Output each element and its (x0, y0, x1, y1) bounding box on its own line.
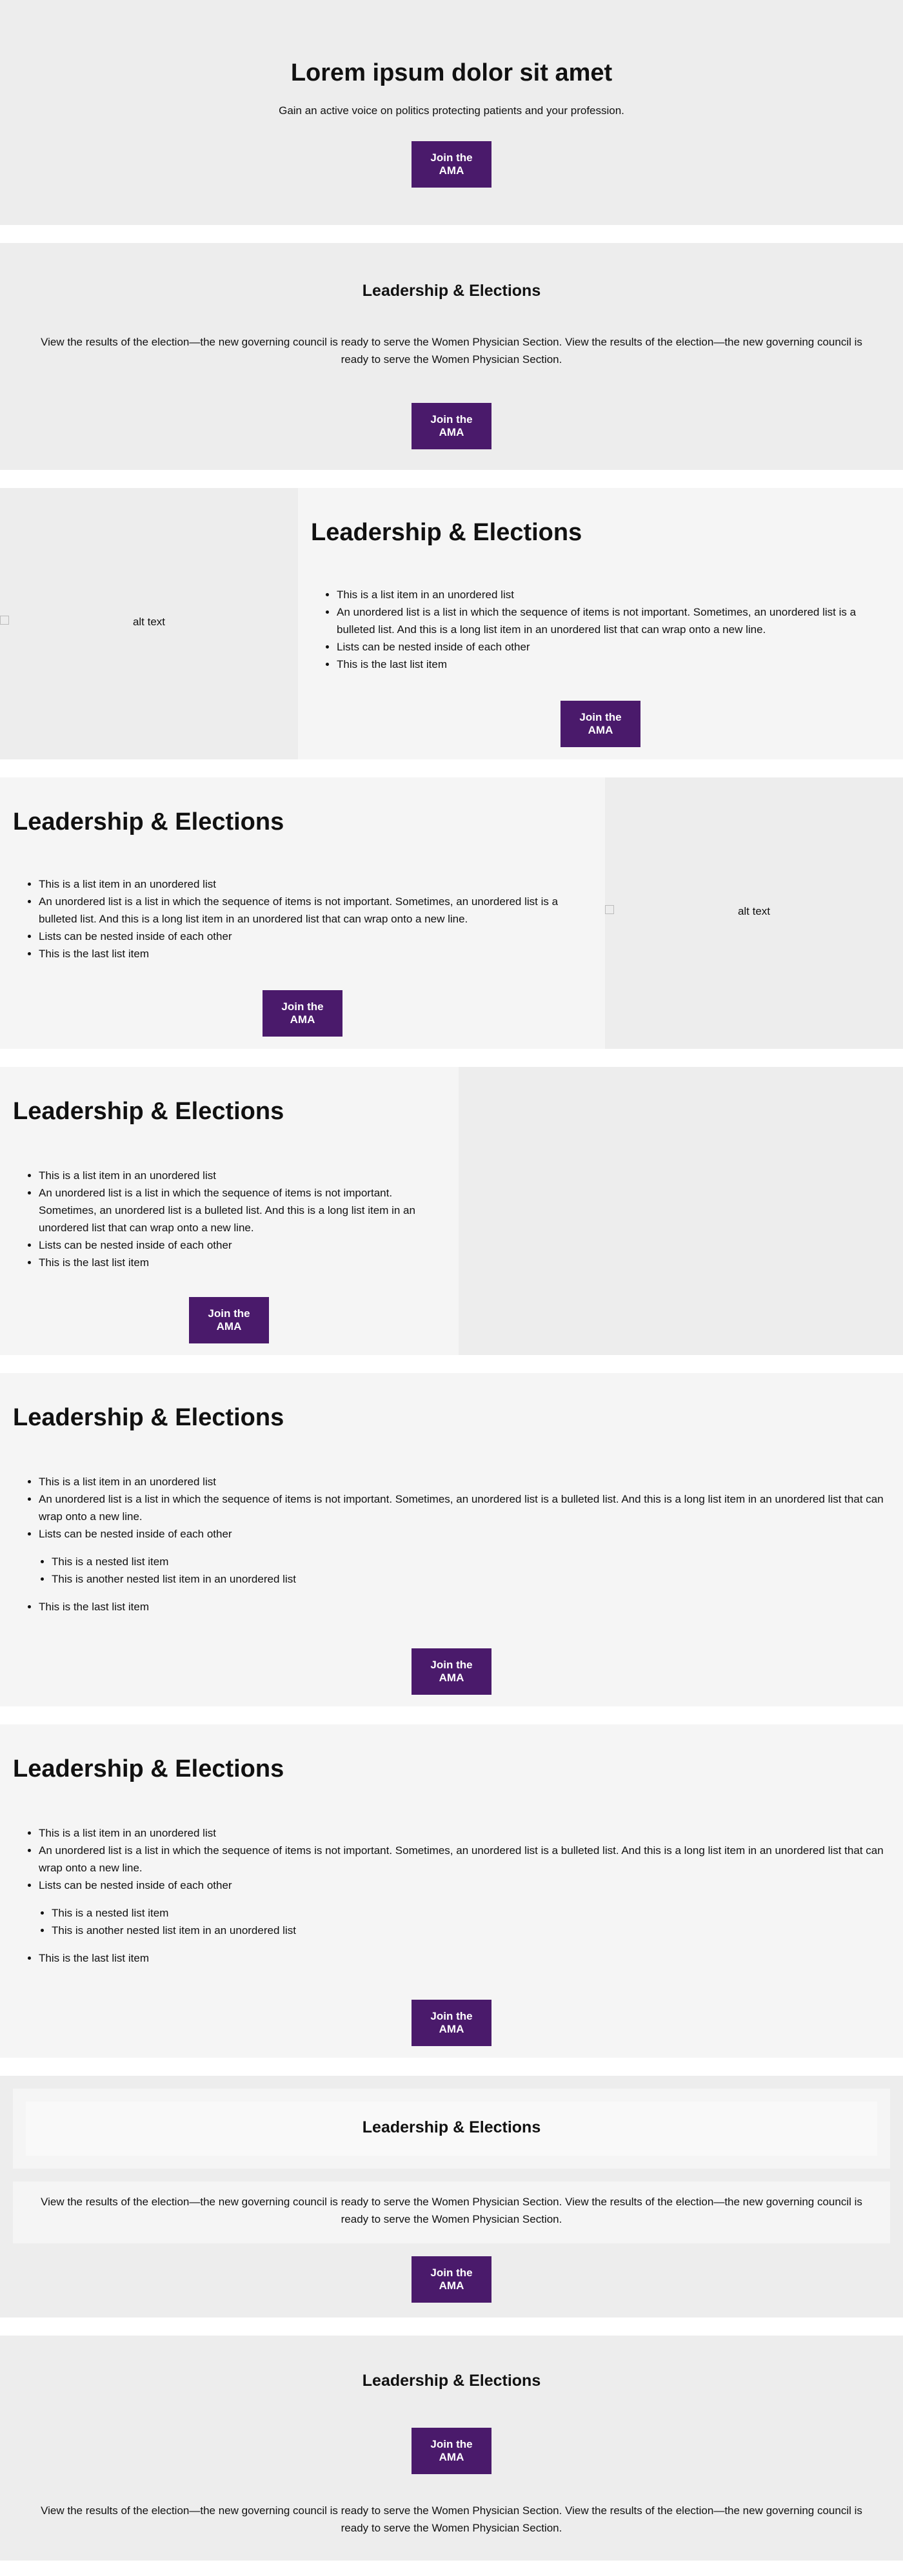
join-button[interactable]: Join the AMA (412, 2256, 491, 2303)
list-item: This is a list item in an unordered list (39, 1824, 884, 1842)
title-inner-panel: Leadership & Elections (26, 2102, 877, 2156)
leadership-image-left-section: alt text Leadership & Elections This is … (0, 488, 903, 759)
join-button[interactable]: Join the AMA (412, 141, 491, 188)
section-body: View the results of the election—the new… (41, 2196, 862, 2225)
list-item: This is the last list item (39, 1598, 884, 1615)
hero-title: Lorem ipsum dolor sit amet (290, 59, 613, 86)
section-title: Leadership & Elections (311, 519, 582, 546)
hero-section: Lorem ipsum dolor sit amet Gain an activ… (0, 0, 903, 225)
section-title: Leadership & Elections (362, 2118, 541, 2136)
list-item: An unordered list is a list in which the… (39, 1490, 884, 1525)
body-panel: View the results of the election—the new… (13, 2181, 890, 2243)
list-item: This is a list item in an unordered list (39, 875, 593, 893)
join-button[interactable]: Join the AMA (189, 1297, 269, 1343)
section-title: Leadership & Elections (13, 1755, 284, 1782)
leadership-half-section: Leadership & Elections This is a list it… (0, 1067, 903, 1355)
leadership-nested-list-section: Leadership & Elections This is a list it… (0, 1373, 903, 1706)
nested-list-item: This is another nested list item in an u… (52, 1922, 884, 1939)
image-alt-text: alt text (132, 616, 166, 628)
empty-side-panel (459, 1067, 903, 1355)
join-button[interactable]: Join the AMA (412, 2428, 491, 2474)
join-button[interactable]: Join the AMA (263, 990, 342, 1037)
list-item: An unordered list is a list in which the… (39, 1842, 884, 1877)
list-item: This is a list item in an unordered list (39, 1167, 445, 1184)
nested-list: This is a nested list item This is anoth… (39, 1553, 884, 1588)
leadership-nested-list-section: Leadership & Elections This is a list it… (0, 1724, 903, 2058)
join-button[interactable]: Join the AMA (412, 1648, 491, 1695)
list-item: This is the last list item (337, 656, 885, 673)
list-item-text: Lists can be nested inside of each other (39, 1879, 232, 1891)
section-title: Leadership & Elections (13, 808, 284, 835)
leadership-button-first-section: Leadership & Elections Join the AMA View… (0, 2336, 903, 2561)
section-image: alt text (0, 488, 298, 759)
hero-subtitle: Gain an active voice on politics protect… (279, 104, 624, 117)
section-body: View the results of the election—the new… (41, 336, 862, 366)
section-image: alt text (605, 777, 903, 1049)
list-item: This is a list item in an unordered list (39, 1473, 884, 1490)
list-item: This is a list item in an unordered list (337, 586, 885, 603)
section-title: Leadership & Elections (362, 2372, 541, 2390)
image-alt-text: alt text (737, 905, 771, 917)
bullet-list: This is a list item in an unordered list… (26, 1473, 884, 1615)
nested-list-item: This is a nested list item (52, 1553, 884, 1570)
leadership-centered-section: Leadership & Elections View the results … (0, 243, 903, 470)
bullet-list: This is a list item in an unordered list… (26, 1824, 884, 1967)
list-item: This is the last list item (39, 1254, 445, 1271)
bullet-list: This is a list item in an unordered list… (26, 1167, 445, 1271)
section-title: Leadership & Elections (362, 282, 541, 300)
list-item: Lists can be nested inside of each other… (39, 1525, 884, 1588)
nested-list-item: This is another nested list item in an u… (52, 1570, 884, 1588)
list-item: Lists can be nested inside of each other (39, 1236, 445, 1254)
list-item: This is the last list item (39, 945, 593, 962)
list-item: An unordered list is a list in which the… (39, 893, 593, 928)
list-item: Lists can be nested inside of each other (39, 928, 593, 945)
list-item: This is the last list item (39, 1949, 884, 1967)
join-button[interactable]: Join the AMA (561, 701, 640, 747)
list-item: An unordered list is a list in which the… (337, 603, 885, 638)
list-item: Lists can be nested inside of each other… (39, 1877, 884, 1939)
title-panel: Leadership & Elections (13, 2089, 890, 2169)
section-title: Leadership & Elections (13, 1098, 284, 1125)
section-body: View the results of the election—the new… (41, 2504, 862, 2534)
list-item: Lists can be nested inside of each other (337, 638, 885, 656)
leadership-boxed-section: Leadership & Elections View the results … (0, 2076, 903, 2317)
nested-list-item: This is a nested list item (52, 1904, 884, 1922)
list-item-text: Lists can be nested inside of each other (39, 1528, 232, 1540)
section-title: Leadership & Elections (13, 1404, 284, 1431)
nested-list: This is a nested list item This is anoth… (39, 1904, 884, 1939)
join-button[interactable]: Join the AMA (412, 2000, 491, 2046)
list-item: An unordered list is a list in which the… (39, 1184, 445, 1236)
join-button[interactable]: Join the AMA (412, 403, 491, 449)
bullet-list: This is a list item in an unordered list… (324, 586, 885, 673)
leadership-image-right-section: Leadership & Elections This is a list it… (0, 777, 903, 1049)
bullet-list: This is a list item in an unordered list… (26, 875, 593, 962)
